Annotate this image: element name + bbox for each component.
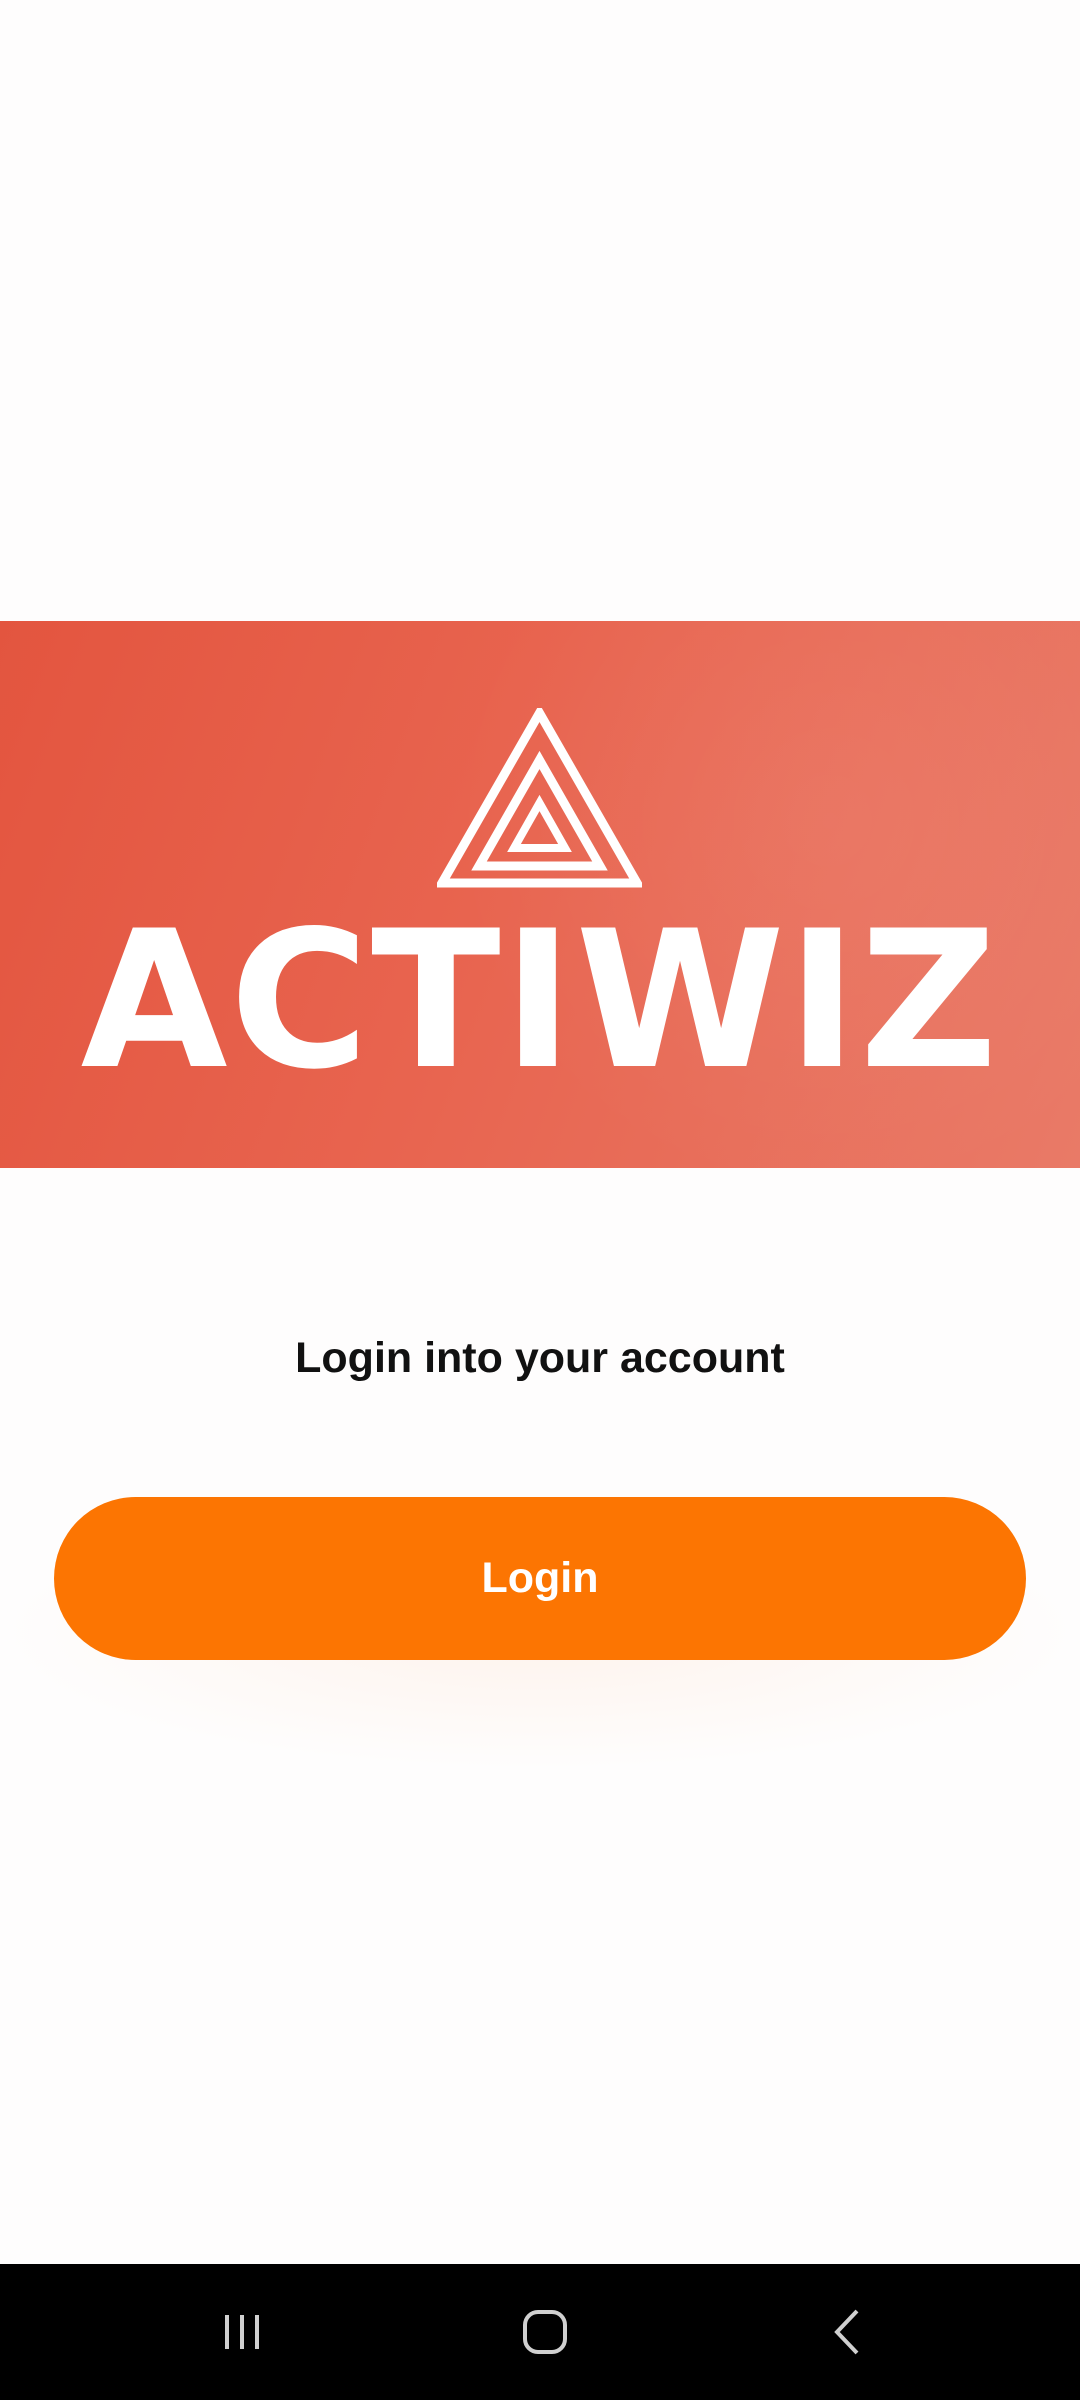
triangle-logo-icon: [437, 708, 642, 888]
brand-logo-wordmark: ACTIWIZ: [80, 890, 1000, 1111]
brand-banner: ACTIWIZ: [0, 621, 1080, 1168]
login-subtitle: Login into your account: [295, 1334, 785, 1382]
home-icon: [523, 2310, 567, 2354]
back-button[interactable]: [748, 2264, 948, 2400]
login-screen: ACTIWIZ Login into your account Login: [0, 0, 1080, 2264]
system-navigation-bar: [0, 2264, 1080, 2400]
home-button[interactable]: [445, 2264, 645, 2400]
recent-apps-button[interactable]: [142, 2264, 342, 2400]
recent-apps-icon: [225, 2315, 259, 2349]
back-icon: [834, 2309, 859, 2355]
login-button[interactable]: Login: [54, 1497, 1026, 1660]
